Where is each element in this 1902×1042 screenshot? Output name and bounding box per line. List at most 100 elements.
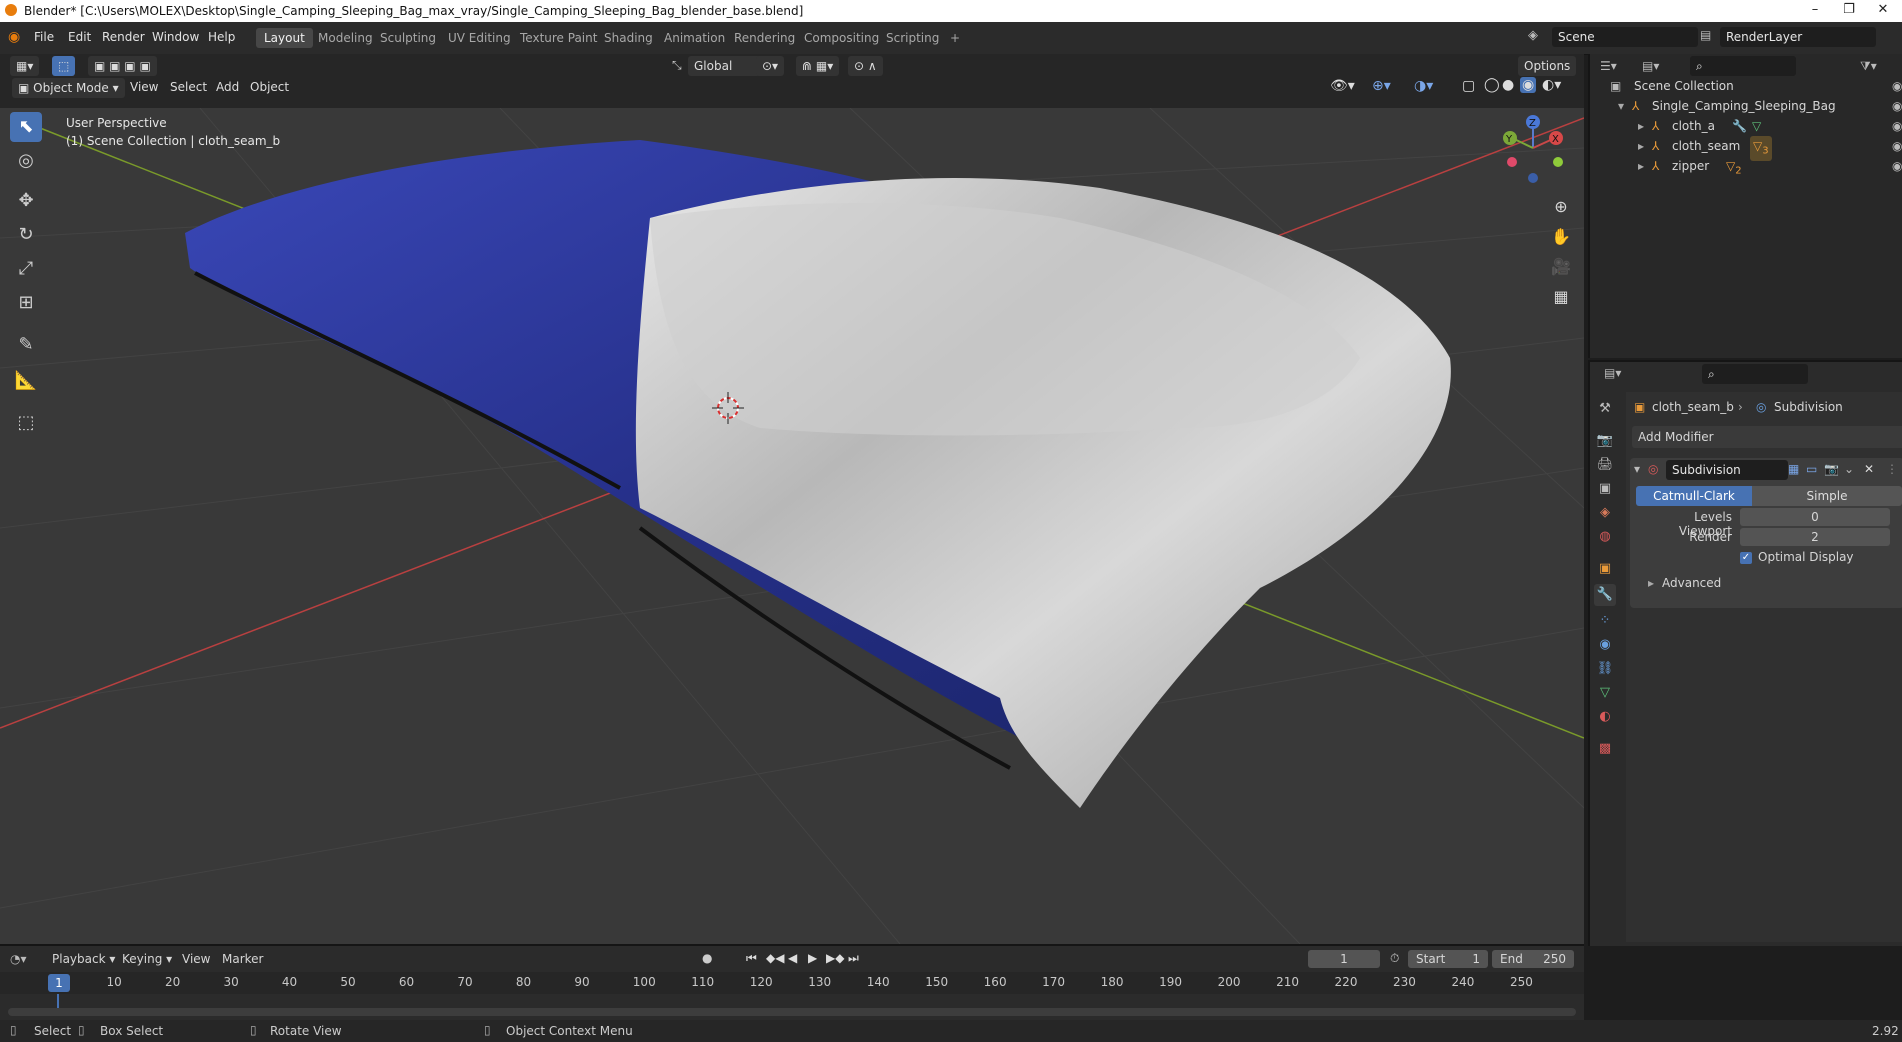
expand-arrow-icon[interactable]: ▸ <box>1638 136 1644 156</box>
options-dropdown[interactable]: Options <box>1518 56 1577 76</box>
tab-shading[interactable]: Shading <box>596 28 661 48</box>
transform-orientation-dropdown[interactable]: Global <box>688 56 760 76</box>
transform-tool-icon[interactable]: ⊞ <box>10 288 42 318</box>
object-label-zipper[interactable]: zipper <box>1672 156 1709 176</box>
gizmo-neg-z-handle[interactable] <box>1528 173 1538 183</box>
timeline-menu-view[interactable]: View <box>182 952 210 966</box>
visibility-icon[interactable]: ◉ <box>1892 76 1902 96</box>
properties-editor-icon[interactable]: ▤▾ <box>1604 366 1621 380</box>
data-tab-icon[interactable]: ▽ <box>1594 682 1616 704</box>
tab-sculpting[interactable]: Sculpting <box>372 28 444 48</box>
timeline-menu-keying[interactable]: Keying ▾ <box>122 952 172 966</box>
start-frame-field[interactable]: Start 1 <box>1408 950 1488 968</box>
add-cube-tool-icon[interactable]: ⬚ <box>10 408 42 438</box>
jump-end-icon[interactable]: ⏭ <box>848 951 859 966</box>
simple-button[interactable]: Simple <box>1752 486 1902 506</box>
menu-render[interactable]: Render <box>102 30 145 44</box>
output-tab-icon[interactable]: 🖨 <box>1594 454 1616 476</box>
constraints-tab-icon[interactable]: ⛓ <box>1594 658 1616 680</box>
timeline-scrollbar[interactable] <box>8 1008 1576 1016</box>
modifier-menu-icon[interactable]: ⌄ <box>1844 462 1854 476</box>
outliner-editor-icon[interactable]: ☰▾ <box>1600 59 1617 73</box>
levels-viewport-field[interactable]: 0 <box>1740 508 1890 526</box>
selection-mode-icons[interactable]: ▣ ▣ ▣ ▣ <box>88 56 157 76</box>
measure-tool-icon[interactable]: 📐 <box>10 366 42 396</box>
close-window-button[interactable]: ✕ <box>1868 2 1898 20</box>
record-icon[interactable]: ● <box>702 951 712 965</box>
overlay-toggle-icon[interactable]: ◑▾ <box>1414 78 1433 94</box>
world-tab-icon[interactable]: ◍ <box>1594 526 1616 548</box>
collection-label[interactable]: Single_Camping_Sleeping_Bag <box>1652 96 1836 116</box>
viewport-menu-select[interactable]: Select <box>170 80 207 94</box>
expand-arrow-icon[interactable]: ▸ <box>1648 576 1654 590</box>
end-frame-field[interactable]: End 250 <box>1492 950 1574 968</box>
remove-modifier-icon[interactable]: ✕ <box>1864 462 1874 476</box>
object-tab-icon[interactable]: ▣ <box>1594 558 1616 580</box>
tab-uv-editing[interactable]: UV Editing <box>440 28 519 48</box>
solid-shading-icon[interactable]: ● <box>1502 77 1514 93</box>
particles-tab-icon[interactable]: ⁘ <box>1594 610 1616 632</box>
scene-selector[interactable]: Scene <box>1552 27 1698 47</box>
edit-mode-toggle-icon[interactable]: ▦ <box>1788 462 1799 476</box>
expand-arrow-icon[interactable]: ▸ <box>1638 156 1644 176</box>
catmull-clark-button[interactable]: Catmull-Clark <box>1636 486 1752 506</box>
jump-start-icon[interactable]: ⏮ <box>746 951 757 966</box>
3d-viewport[interactable]: Z X Y User Perspective (1) Scene Collect… <box>0 108 1584 944</box>
optimal-display-checkbox[interactable]: ✓ <box>1740 552 1752 564</box>
render-levels-field[interactable]: 2 <box>1740 528 1890 546</box>
outliner-search-input[interactable]: ⌕ <box>1690 56 1796 76</box>
viewport-menu-add[interactable]: Add <box>216 80 239 94</box>
tab-scripting[interactable]: Scripting <box>878 28 947 48</box>
move-tool-icon[interactable]: ✥ <box>10 186 42 216</box>
gizmo-neg-x-handle[interactable] <box>1507 157 1517 167</box>
object-label-cloth-seam[interactable]: cloth_seam <box>1672 136 1740 156</box>
viewport-menu-object[interactable]: Object <box>250 80 289 94</box>
render-layer-selector[interactable]: RenderLayer <box>1720 27 1876 47</box>
frame-ruler[interactable]: 1 10 20 30 40 50 60 70 80 90 100 110 120 130 140 150 16… <box>0 972 1584 994</box>
add-modifier-button[interactable]: Add Modifier <box>1632 426 1902 448</box>
timeline-editor-icon[interactable]: ◔▾ <box>10 952 27 966</box>
viewport-toggle-icon[interactable]: ▭ <box>1806 462 1817 476</box>
select-tool-icon[interactable]: ⬚ <box>52 56 76 76</box>
render-toggle-icon[interactable]: 📷 <box>1824 462 1839 476</box>
visibility-icon[interactable]: ◉ <box>1892 116 1902 136</box>
modifier-tab-icon[interactable]: 🔧 <box>1594 584 1616 606</box>
blender-menu-icon[interactable]: ◉ <box>8 29 20 45</box>
modifier-name-field[interactable]: Subdivision <box>1666 460 1788 480</box>
physics-tab-icon[interactable]: ◉ <box>1594 634 1616 656</box>
viewport-menu-view[interactable]: View <box>130 80 158 94</box>
texture-tab-icon[interactable]: ▩ <box>1594 738 1616 760</box>
add-workspace-button[interactable]: + <box>942 28 968 48</box>
annotate-tool-icon[interactable]: ✎ <box>10 330 42 360</box>
properties-search-input[interactable]: ⌕ <box>1702 364 1808 384</box>
pivot-icon[interactable]: ⊙▾ <box>756 56 785 76</box>
proportional-edit-icon[interactable]: ⊙ ∧ <box>848 56 883 76</box>
camera-view-icon[interactable]: 🎥 <box>1546 252 1576 282</box>
drag-handle-icon[interactable]: ⋮⋮ <box>1886 462 1902 476</box>
expand-arrow-icon[interactable]: ▾ <box>1618 96 1624 116</box>
advanced-subpanel-label[interactable]: Advanced <box>1662 576 1721 590</box>
select-box-tool-icon[interactable]: ⬉ <box>10 112 42 142</box>
visibility-icon[interactable]: 👁▾ <box>1330 78 1355 94</box>
ortho-toggle-icon[interactable]: ▦ <box>1546 282 1576 312</box>
expand-arrow-icon[interactable]: ▸ <box>1638 116 1644 136</box>
tab-layout[interactable]: Layout <box>256 28 313 48</box>
rendered-shading-icon[interactable]: ◐▾ <box>1542 77 1561 93</box>
render-tab-icon[interactable]: 📷 <box>1594 430 1616 452</box>
restore-button[interactable]: ❐ <box>1834 2 1864 20</box>
current-frame-field[interactable]: 1 <box>1308 950 1380 968</box>
jump-keyframe-forward-icon[interactable]: ▶◆ <box>826 951 844 965</box>
tab-texture-paint[interactable]: Texture Paint <box>512 28 605 48</box>
display-mode-icon[interactable]: ▤▾ <box>1642 59 1659 73</box>
menu-edit[interactable]: Edit <box>68 30 91 44</box>
tab-rendering[interactable]: Rendering <box>726 28 803 48</box>
cursor-tool-icon[interactable]: ◎ <box>10 146 42 176</box>
scale-tool-icon[interactable]: ⤢ <box>10 254 42 284</box>
navigation-gizmo[interactable]: Z X Y <box>1503 115 1563 183</box>
timeline-menu-marker[interactable]: Marker <box>222 952 263 966</box>
mode-dropdown[interactable]: ▣ Object Mode ▾ <box>12 78 125 98</box>
material-tab-icon[interactable]: ◐ <box>1594 706 1616 728</box>
collapse-arrow-icon[interactable]: ▾ <box>1634 462 1640 476</box>
jump-keyframe-back-icon[interactable]: ◆◀ <box>766 951 784 965</box>
pan-view-icon[interactable]: ✋ <box>1546 222 1576 252</box>
